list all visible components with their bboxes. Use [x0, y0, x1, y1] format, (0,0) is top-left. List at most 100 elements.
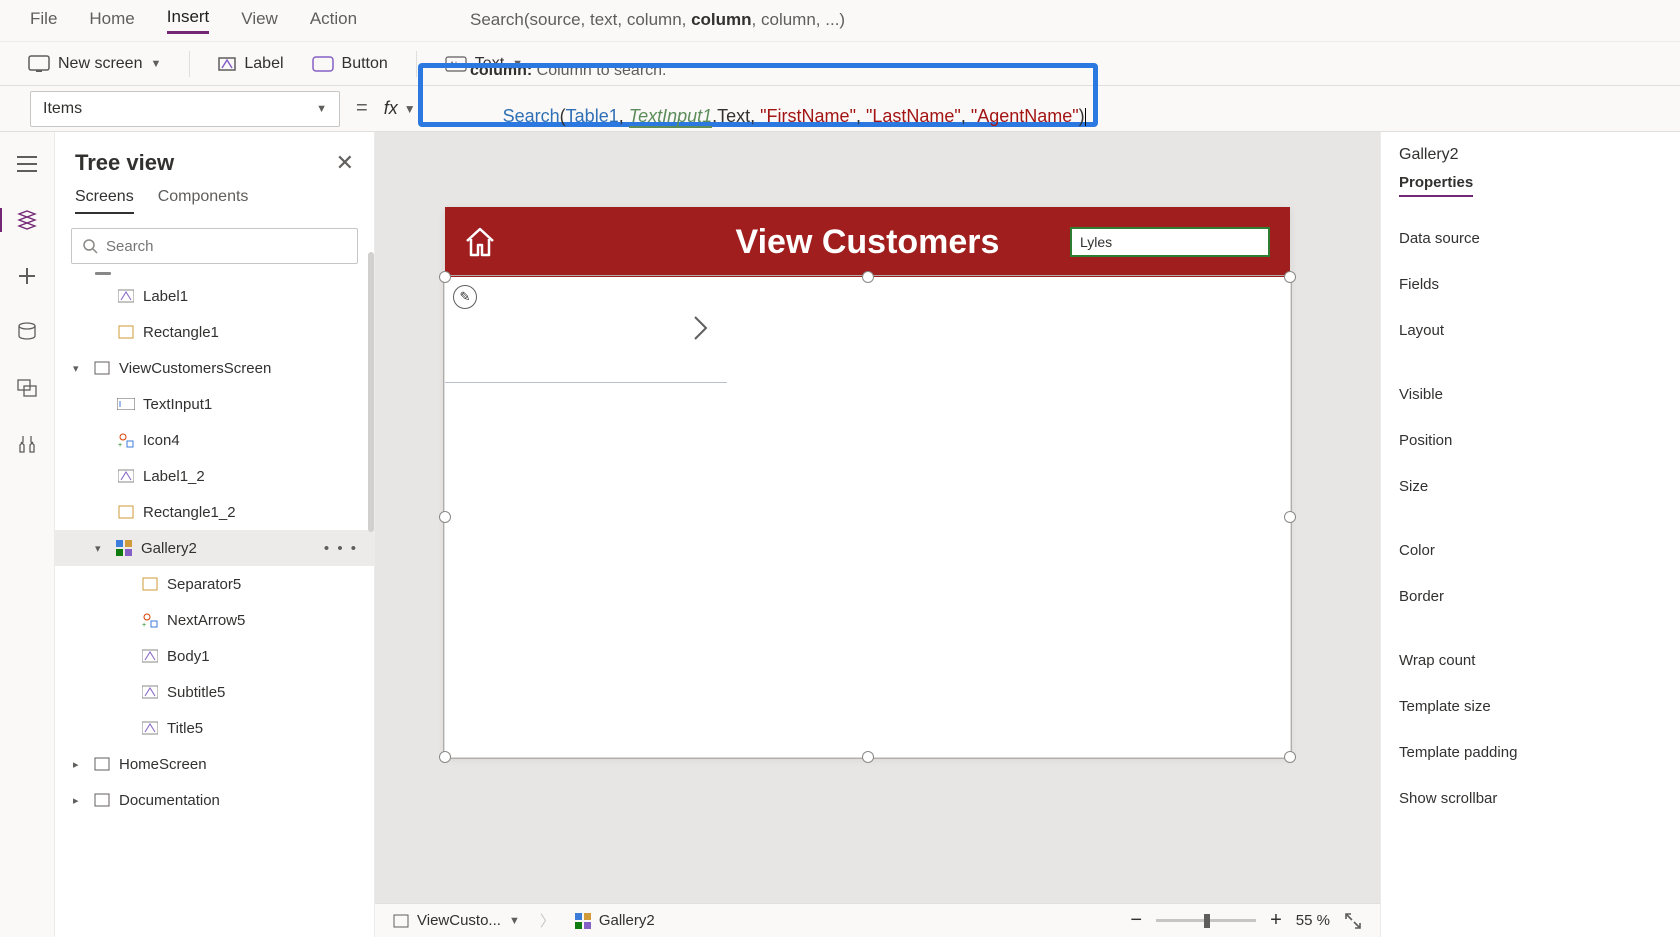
- chevron-down-icon: ▼: [509, 915, 520, 927]
- prop-wrap-count[interactable]: Wrap count: [1399, 637, 1662, 683]
- tree-item-documentation[interactable]: ▸ Documentation: [55, 782, 374, 818]
- label-icon: [117, 287, 135, 305]
- tree-item-separator5[interactable]: Separator5: [55, 566, 374, 602]
- fx-icon[interactable]: fx: [384, 98, 398, 119]
- close-icon[interactable]: ✕: [336, 150, 354, 176]
- gallery-icon: [575, 913, 591, 929]
- tree-item-rectangle1[interactable]: Rectangle1: [55, 314, 374, 350]
- property-selector[interactable]: Items ▼: [30, 91, 340, 127]
- more-icon[interactable]: • • •: [324, 540, 358, 557]
- chevron-right-icon[interactable]: ▸: [73, 794, 85, 807]
- label-icon: [117, 467, 135, 485]
- resize-handle[interactable]: [862, 271, 874, 283]
- tree-view-icon[interactable]: [15, 208, 39, 232]
- fit-to-window-icon[interactable]: [1344, 912, 1362, 930]
- prop-position[interactable]: Position: [1399, 417, 1662, 463]
- tools-icon[interactable]: [15, 432, 39, 456]
- textinput-icon: [117, 395, 135, 413]
- resize-handle[interactable]: [439, 751, 451, 763]
- icon-icon: +: [141, 611, 159, 629]
- gallery-selection[interactable]: ✎: [445, 277, 1290, 757]
- tree-item-rectangle1-2[interactable]: Rectangle1_2: [55, 494, 374, 530]
- selected-control-name: Gallery2: [1399, 146, 1662, 164]
- resize-handle[interactable]: [1284, 271, 1296, 283]
- media-icon[interactable]: [15, 376, 39, 400]
- tree-search-input[interactable]: [106, 238, 347, 255]
- button-icon: [312, 56, 334, 72]
- resize-handle[interactable]: [1284, 511, 1296, 523]
- breadcrumb-separator: 〉: [540, 910, 555, 931]
- separator: [189, 51, 190, 77]
- label-button[interactable]: Label: [218, 55, 283, 73]
- tree-item-title5[interactable]: Title5: [55, 710, 374, 746]
- add-icon[interactable]: [15, 264, 39, 288]
- prop-template-padding[interactable]: Template padding: [1399, 729, 1662, 775]
- prop-data-source[interactable]: Data source: [1399, 215, 1662, 261]
- new-screen-button[interactable]: New screen ▼: [28, 55, 161, 73]
- menu-view[interactable]: View: [241, 9, 278, 33]
- tree-item-body1[interactable]: Body1: [55, 638, 374, 674]
- tree-item-textinput1[interactable]: TextInput1: [55, 386, 374, 422]
- hamburger-icon[interactable]: [15, 152, 39, 176]
- tree-item-homescreen[interactable]: ▸ HomeScreen: [55, 746, 374, 782]
- app-canvas[interactable]: View Customers Lyles ✎: [445, 207, 1290, 757]
- zoom-value: 55 %: [1296, 912, 1330, 929]
- scrollbar[interactable]: [368, 252, 374, 532]
- resize-handle[interactable]: [439, 511, 451, 523]
- zoom-out-button[interactable]: −: [1130, 909, 1142, 932]
- menu-file[interactable]: File: [30, 9, 57, 33]
- prop-show-scrollbar[interactable]: Show scrollbar: [1399, 775, 1662, 821]
- gallery-template-item[interactable]: [445, 277, 727, 383]
- tab-properties[interactable]: Properties: [1399, 174, 1473, 197]
- prop-size[interactable]: Size: [1399, 463, 1662, 509]
- label-icon: [141, 719, 159, 737]
- label-icon: [141, 683, 159, 701]
- tree-item-viewcustomersscreen[interactable]: ▾ ViewCustomersScreen: [55, 350, 374, 386]
- tree-item-gallery2[interactable]: ▾ Gallery2 • • •: [55, 530, 374, 566]
- tree-item-label1[interactable]: Label1: [55, 278, 374, 314]
- chevron-right-icon[interactable]: ▸: [73, 758, 85, 771]
- screen-icon: [28, 55, 50, 73]
- home-icon[interactable]: [463, 225, 497, 259]
- prop-template-size[interactable]: Template size: [1399, 683, 1662, 729]
- data-icon[interactable]: [15, 320, 39, 344]
- button-button[interactable]: Button: [312, 55, 388, 73]
- status-bar: ViewCusto... ▼ 〉 Gallery2 − + 55 %: [375, 903, 1380, 937]
- chevron-down-icon[interactable]: ▾: [95, 542, 107, 555]
- tree-search[interactable]: [71, 228, 358, 264]
- menu-insert[interactable]: Insert: [167, 7, 210, 34]
- tree-item-icon4[interactable]: + Icon4: [55, 422, 374, 458]
- tree-tabs: Screens Components: [55, 182, 374, 224]
- prop-fields[interactable]: Fields: [1399, 261, 1662, 307]
- zoom-slider[interactable]: [1156, 919, 1256, 922]
- search-icon: [82, 238, 98, 254]
- tree-item-label1-2[interactable]: Label1_2: [55, 458, 374, 494]
- tab-components[interactable]: Components: [158, 188, 249, 214]
- prop-border[interactable]: Border: [1399, 573, 1662, 619]
- zoom-in-button[interactable]: +: [1270, 909, 1282, 932]
- label-icon: [218, 55, 236, 73]
- resize-handle[interactable]: [862, 751, 874, 763]
- breadcrumb-screen[interactable]: ViewCusto... ▼: [393, 912, 520, 929]
- tree-item-subtitle5[interactable]: Subtitle5: [55, 674, 374, 710]
- prop-layout[interactable]: Layout: [1399, 307, 1662, 353]
- tree-item-nextarrow5[interactable]: + NextArrow5: [55, 602, 374, 638]
- menu-action[interactable]: Action: [310, 9, 357, 33]
- svg-text:+: +: [118, 442, 122, 448]
- prop-color[interactable]: Color: [1399, 527, 1662, 573]
- icon-icon: +: [117, 431, 135, 449]
- app-title: View Customers: [736, 223, 1000, 262]
- formula-input[interactable]: Search(Table1, TextInput1.Text, "FirstNa…: [426, 79, 1680, 139]
- left-rail: [0, 132, 55, 937]
- tab-screens[interactable]: Screens: [75, 188, 134, 214]
- prop-visible[interactable]: Visible: [1399, 371, 1662, 417]
- app-search-input[interactable]: Lyles: [1070, 227, 1270, 257]
- breadcrumb-control[interactable]: Gallery2: [575, 912, 655, 929]
- label-icon: [141, 647, 159, 665]
- chevron-right-icon[interactable]: [693, 315, 709, 341]
- chevron-down-icon[interactable]: ▾: [73, 362, 85, 375]
- equals-sign: =: [356, 97, 368, 120]
- svg-text:+: +: [142, 622, 146, 628]
- menu-home[interactable]: Home: [89, 9, 134, 33]
- resize-handle[interactable]: [1284, 751, 1296, 763]
